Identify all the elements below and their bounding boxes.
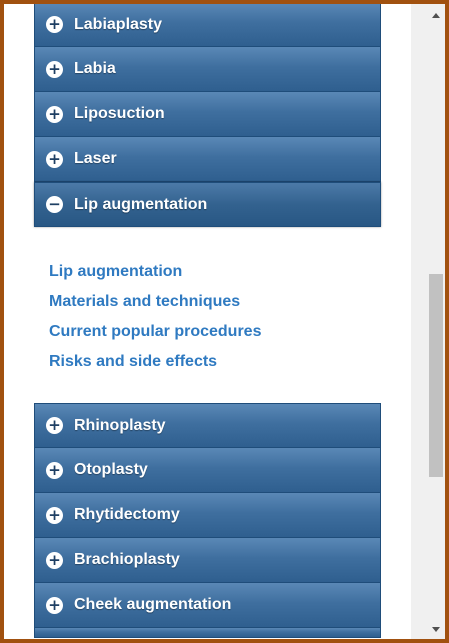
accordion-item-label: Labia: [74, 60, 116, 77]
accordion-bottom: + Rhinoplasty + Otoplasty + Rhytidectomy…: [34, 403, 381, 638]
accordion-item-partial[interactable]: [34, 628, 381, 638]
accordion-item-liposuction[interactable]: + Liposuction: [34, 92, 381, 137]
vertical-scrollbar[interactable]: [411, 4, 445, 639]
plus-icon: +: [46, 417, 63, 434]
minus-icon: −: [46, 196, 63, 213]
accordion-item-cheek-augmentation[interactable]: + Cheek augmentation: [34, 583, 381, 628]
accordion-item-labia[interactable]: + Labia: [34, 47, 381, 92]
sublink-current-popular-procedures[interactable]: Current popular procedures: [49, 319, 261, 349]
plus-icon: +: [46, 60, 63, 78]
accordion-top: + Labiaplasty + Labia + Liposuction + La…: [34, 4, 381, 227]
accordion-item-label: Labiaplasty: [74, 15, 163, 33]
plus-icon: +: [46, 461, 63, 479]
plus-icon: +: [46, 150, 63, 168]
page-viewport: + Labiaplasty + Labia + Liposuction + La…: [4, 4, 445, 639]
accordion-item-laser[interactable]: + Laser: [34, 137, 381, 182]
accordion-item-label: Otoplasty: [74, 461, 148, 478]
accordion-item-label: Rhinoplasty: [74, 416, 166, 434]
plus-icon: +: [46, 506, 63, 524]
sublink-lip-augmentation[interactable]: Lip augmentation: [49, 259, 261, 289]
scroll-up-arrow-icon[interactable]: [432, 13, 440, 18]
sublink-risks-side-effects[interactable]: Risks and side effects: [49, 349, 261, 379]
scrollbar-thumb[interactable]: [429, 274, 443, 477]
plus-icon: +: [46, 551, 63, 569]
accordion-item-otoplasty[interactable]: + Otoplasty: [34, 448, 381, 493]
accordion-item-labiaplasty[interactable]: + Labiaplasty: [34, 4, 381, 47]
accordion-item-label: Rhytidectomy: [74, 506, 180, 523]
scroll-down-arrow-icon[interactable]: [432, 627, 440, 632]
accordion-item-label: Lip augmentation: [74, 195, 208, 213]
lip-augmentation-sublinks: Lip augmentation Materials and technique…: [49, 259, 261, 379]
plus-icon: +: [46, 105, 63, 123]
accordion-item-label: Cheek augmentation: [74, 596, 232, 613]
accordion-item-rhinoplasty[interactable]: + Rhinoplasty: [34, 403, 381, 448]
accordion-item-lip-augmentation[interactable]: − Lip augmentation: [34, 182, 381, 227]
plus-icon: +: [46, 596, 63, 614]
sublink-materials-techniques[interactable]: Materials and techniques: [49, 289, 261, 319]
accordion-item-label: Liposuction: [74, 105, 165, 122]
accordion-item-brachioplasty[interactable]: + Brachioplasty: [34, 538, 381, 583]
plus-icon: +: [46, 16, 63, 33]
accordion-item-label: Laser: [74, 150, 117, 167]
accordion-item-rhytidectomy[interactable]: + Rhytidectomy: [34, 493, 381, 538]
accordion-item-label: Brachioplasty: [74, 551, 180, 568]
